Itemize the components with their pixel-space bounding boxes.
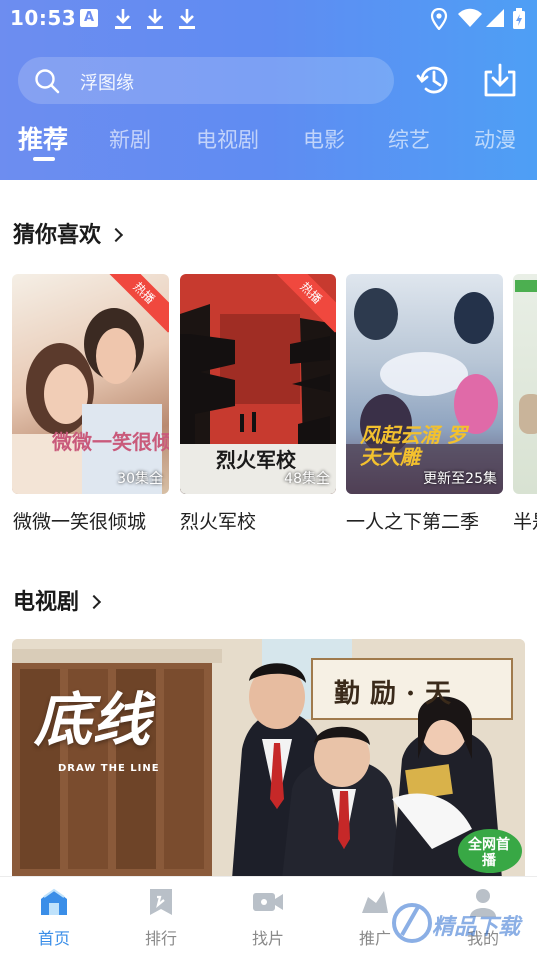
tab-variety[interactable]: 综艺 [388, 124, 430, 154]
hot-badge: 热播 [276, 274, 336, 334]
download-icon [114, 8, 132, 29]
watermark-text: 精品下载 [432, 915, 521, 940]
chevron-right-icon [86, 594, 102, 610]
share-icon [358, 885, 392, 919]
download-button[interactable] [482, 62, 518, 98]
nav-ranking[interactable]: 排行 [121, 885, 201, 949]
episode-count: 30集全 [117, 471, 163, 487]
tab-new[interactable]: 新剧 [109, 124, 151, 154]
status-time: 10:53 [10, 6, 77, 30]
nav-find[interactable]: 找片 [228, 885, 308, 949]
poster-card[interactable]: 风起云涌 罗天大雕 更新至25集 [346, 274, 503, 494]
app-page: 10:53 A 浮图缘 推荐 新剧 电视剧 电影 综艺 动漫 猜你喜欢 微微一笑… [0, 0, 537, 956]
hot-badge: 热播 [109, 274, 169, 334]
tab-tv[interactable]: 电视剧 [196, 124, 259, 154]
section-tv-label: 电视剧 [13, 590, 80, 615]
nav-ranking-label: 排行 [144, 929, 177, 948]
poster-card[interactable]: 微微一笑很倾城 热播 30集全 [12, 274, 169, 494]
poster-title-art: 风起云涌 罗天大雕 [360, 423, 467, 469]
banner-title-art: 底线 [34, 686, 151, 754]
watermark-logo: 精品下载 [390, 895, 537, 953]
download-icon [146, 8, 164, 29]
poster-card[interactable]: 烈火军校 热播 48集全 [180, 274, 336, 494]
tab-movie[interactable]: 电影 [303, 124, 345, 154]
history-icon[interactable] [416, 62, 452, 98]
banner-calligraphy: 勤励·天 [334, 679, 462, 709]
poster-caption[interactable]: 微微一笑很倾城 [13, 507, 146, 534]
ranking-icon [144, 885, 178, 919]
notification-a-icon: A [80, 9, 98, 27]
poster-caption[interactable]: 烈火军校 [180, 507, 256, 534]
download-icon [178, 8, 196, 29]
wifi-icon [458, 8, 482, 28]
banner-subtitle-art: DRAW THE LINE [58, 763, 160, 774]
video-camera-icon [251, 885, 285, 919]
search-bar[interactable]: 浮图缘 [18, 57, 394, 104]
location-icon [430, 7, 448, 31]
poster-card[interactable] [513, 274, 537, 494]
signal-icon [486, 8, 504, 28]
episode-count: 48集全 [284, 471, 330, 487]
search-icon [34, 68, 60, 94]
home-icon [37, 885, 71, 919]
poster-caption[interactable]: 一人之下第二季 [346, 507, 479, 534]
chevron-right-icon [108, 227, 124, 243]
poster-logo-strip [515, 280, 537, 292]
nav-home[interactable]: 首页 [14, 885, 94, 949]
status-bar: 10:53 A [0, 0, 537, 38]
battery-icon [512, 8, 526, 29]
tab-anime[interactable]: 动漫 [474, 124, 516, 154]
search-input[interactable]: 浮图缘 [80, 69, 134, 95]
poster-figure [519, 394, 537, 434]
section-guess-title[interactable]: 猜你喜欢 [13, 217, 124, 249]
category-tabs: 推荐 新剧 电视剧 电影 综艺 动漫 [0, 120, 537, 166]
nav-home-label: 首页 [37, 929, 70, 948]
tab-active-indicator [33, 157, 55, 161]
tab-recommend[interactable]: 推荐 [18, 120, 68, 156]
section-tv-title[interactable]: 电视剧 [13, 584, 102, 616]
section-guess-label: 猜你喜欢 [13, 223, 102, 248]
poster-caption[interactable]: 半是 [513, 507, 537, 534]
nav-find-label: 找片 [251, 929, 284, 948]
banner-stamp: 全网首播 [468, 837, 510, 869]
episode-count: 更新至25集 [423, 471, 497, 487]
poster-title-art: 微微一笑很倾城 [52, 430, 169, 454]
featured-banner[interactable]: 底线 DRAW THE LINE 勤励·天 全网首播 [12, 639, 525, 879]
